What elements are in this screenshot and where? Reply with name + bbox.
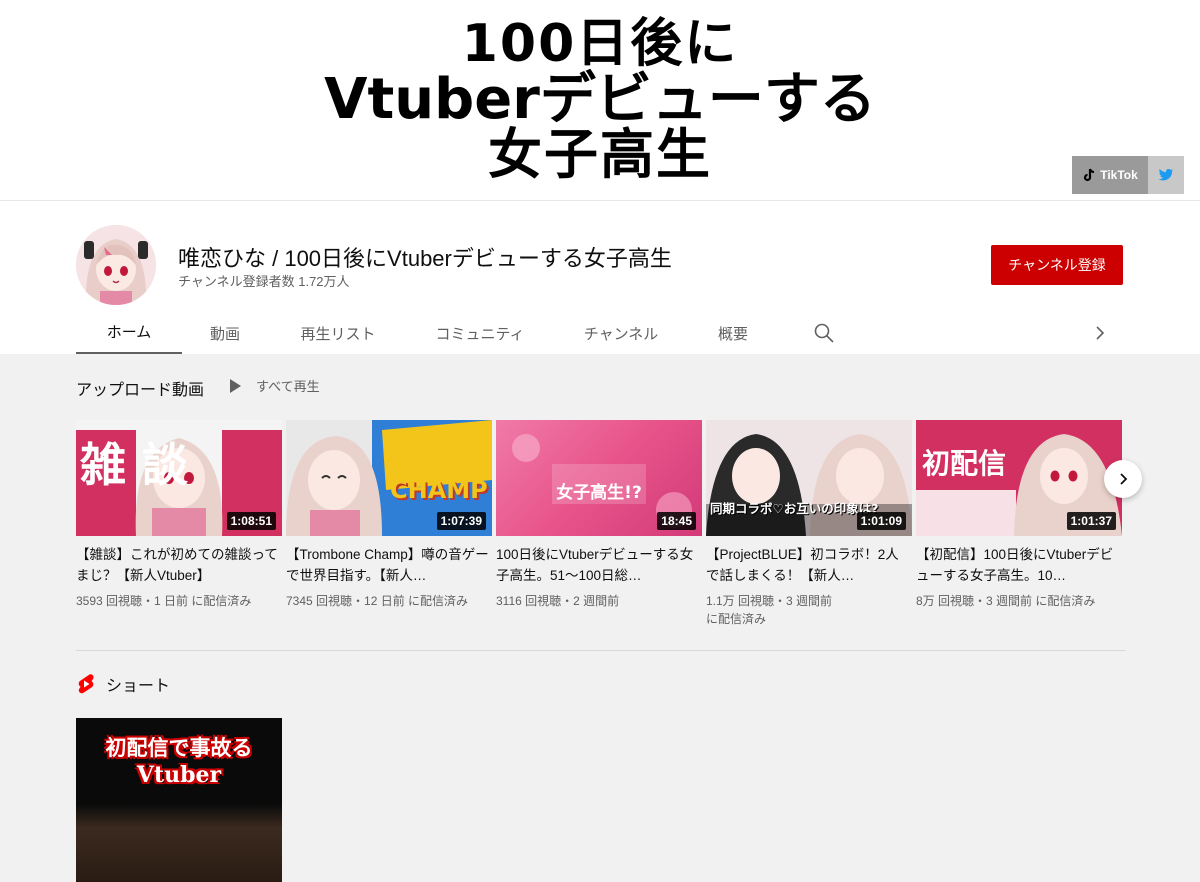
section-divider (76, 650, 1126, 651)
video-duration: 1:01:37 (1066, 512, 1116, 530)
channel-banner: 100日後に Vtuberデビューする 女子高生 TikTok (0, 0, 1200, 200)
video-thumbnail[interactable]: 同期コラボ♡お互いの印象は? 1:01:09 (706, 420, 912, 536)
channel-header: 唯恋ひな / 100日後にVtuberデビューする女子高生 チャンネル登録者数 … (0, 200, 1200, 355)
video-duration: 18:45 (657, 512, 696, 530)
video-duration: 1:01:09 (856, 512, 906, 530)
twitter-link[interactable] (1148, 156, 1184, 194)
tab-community[interactable]: コミュニティ (426, 311, 534, 355)
video-meta: 1.1万 回視聴・3 週間前 に配信済み (706, 594, 833, 626)
play-icon (230, 378, 241, 393)
tab-about[interactable]: 概要 (706, 311, 760, 355)
short-overlay-line-2: Vtuber (136, 762, 222, 788)
search-icon[interactable] (812, 321, 836, 345)
video-thumbnail[interactable]: 女子高生!? 18:45 (496, 420, 702, 536)
shorts-header: ショート (76, 672, 170, 696)
banner-line-1: 100日後に (461, 14, 739, 74)
video-card[interactable]: CHAMP 1:07:39 【Trombone Champ】噂の音ゲーで世界目指… (286, 420, 492, 610)
video-title[interactable]: 100日後にVtuberデビューする女子高生。51～100日総… (496, 544, 702, 586)
video-card[interactable]: 同期コラボ♡お互いの印象は? 1:01:09 【ProjectBLUE】初コラボ… (706, 420, 912, 628)
video-title[interactable]: 【雑談】これが初めての雑談ってまじ？【新人Vtuber】 (76, 544, 282, 586)
home-content: アップロード動画 すべて再生 雑 談 1:08:51 【雑談】これが初めての雑談… (0, 354, 1200, 882)
subscriber-count: チャンネル登録者数 1.72万人 (178, 274, 350, 289)
video-duration: 1:07:39 (436, 512, 486, 530)
uploads-title: アップロード動画 (76, 382, 205, 399)
shorts-icon (78, 674, 94, 694)
video-duration: 1:08:51 (226, 512, 276, 530)
channel-tabs: ホーム 動画 再生リスト コミュニティ チャンネル 概要 (76, 311, 1126, 355)
tiktok-link[interactable]: TikTok (1072, 156, 1148, 194)
tab-videos[interactable]: 動画 (190, 311, 260, 355)
channel-name: 唯恋ひな / 100日後にVtuberデビューする女子高生 (178, 246, 672, 271)
chevron-right-icon (1120, 473, 1128, 485)
twitter-icon (1158, 168, 1173, 181)
video-thumbnail[interactable]: 雑 談 1:08:51 (76, 420, 282, 536)
avatar-illustration (76, 225, 156, 305)
video-meta: 8万 回視聴・3 週間前 に配信済み (916, 594, 1096, 608)
video-title[interactable]: 【初配信】100日後にVtuberデビューする女子高生。10… (916, 544, 1122, 586)
carousel-next-button[interactable] (1104, 460, 1142, 498)
tiktok-label: TikTok (1100, 168, 1138, 182)
tab-home[interactable]: ホーム (76, 311, 182, 355)
video-card[interactable]: 女子高生!? 18:45 100日後にVtuberデビューする女子高生。51～1… (496, 420, 702, 610)
video-thumbnail[interactable]: 初配信 1:01:37 (916, 420, 1122, 536)
video-title[interactable]: 【Trombone Champ】噂の音ゲーで世界目指す。【新人… (286, 544, 492, 586)
video-meta: 7345 回視聴・12 日前 に配信済み (286, 594, 469, 608)
tab-playlists[interactable]: 再生リスト (288, 311, 388, 355)
thumbnail-text: CHAMP (390, 476, 488, 504)
video-meta: 3116 回視聴・2 週間前 (496, 594, 620, 608)
banner-line-2: Vtuberデビューする (324, 67, 876, 132)
tiktok-icon (1084, 168, 1095, 182)
tab-channels[interactable]: チャンネル (576, 311, 666, 355)
short-video-card[interactable]: 初配信で事故る Vtuber (76, 718, 282, 882)
video-thumbnail[interactable]: CHAMP 1:07:39 (286, 420, 492, 536)
play-all-label: すべて再生 (256, 379, 320, 394)
shorts-title: ショート (106, 678, 171, 695)
subscribe-button[interactable]: チャンネル登録 (991, 245, 1123, 285)
short-overlay-line-1: 初配信で事故る (105, 735, 253, 760)
thumbnail-text: 同期コラボ♡お互いの印象は? (710, 501, 879, 516)
chevron-right-icon[interactable] (1088, 321, 1112, 345)
channel-avatar[interactable] (76, 225, 156, 305)
video-meta: 3593 回視聴・1 日前 に配信済み (76, 594, 252, 608)
banner-line-3: 女子高生 (488, 123, 712, 186)
thumbnail-text: 女子高生!? (556, 483, 642, 503)
video-card[interactable]: 雑 談 1:08:51 【雑談】これが初めての雑談ってまじ？【新人Vtuber】… (76, 420, 282, 610)
video-card[interactable]: 初配信 1:01:37 【初配信】100日後にVtuberデビューする女子高生。… (916, 420, 1122, 610)
thumbnail-text: 初配信 (922, 447, 1007, 480)
play-all-button[interactable]: すべて再生 (228, 376, 320, 395)
banner-links: TikTok (1072, 156, 1184, 194)
thumbnail-text: 雑 談 (80, 438, 189, 492)
video-title[interactable]: 【ProjectBLUE】初コラボ！2人で話しまくる！【新人… (706, 544, 912, 586)
